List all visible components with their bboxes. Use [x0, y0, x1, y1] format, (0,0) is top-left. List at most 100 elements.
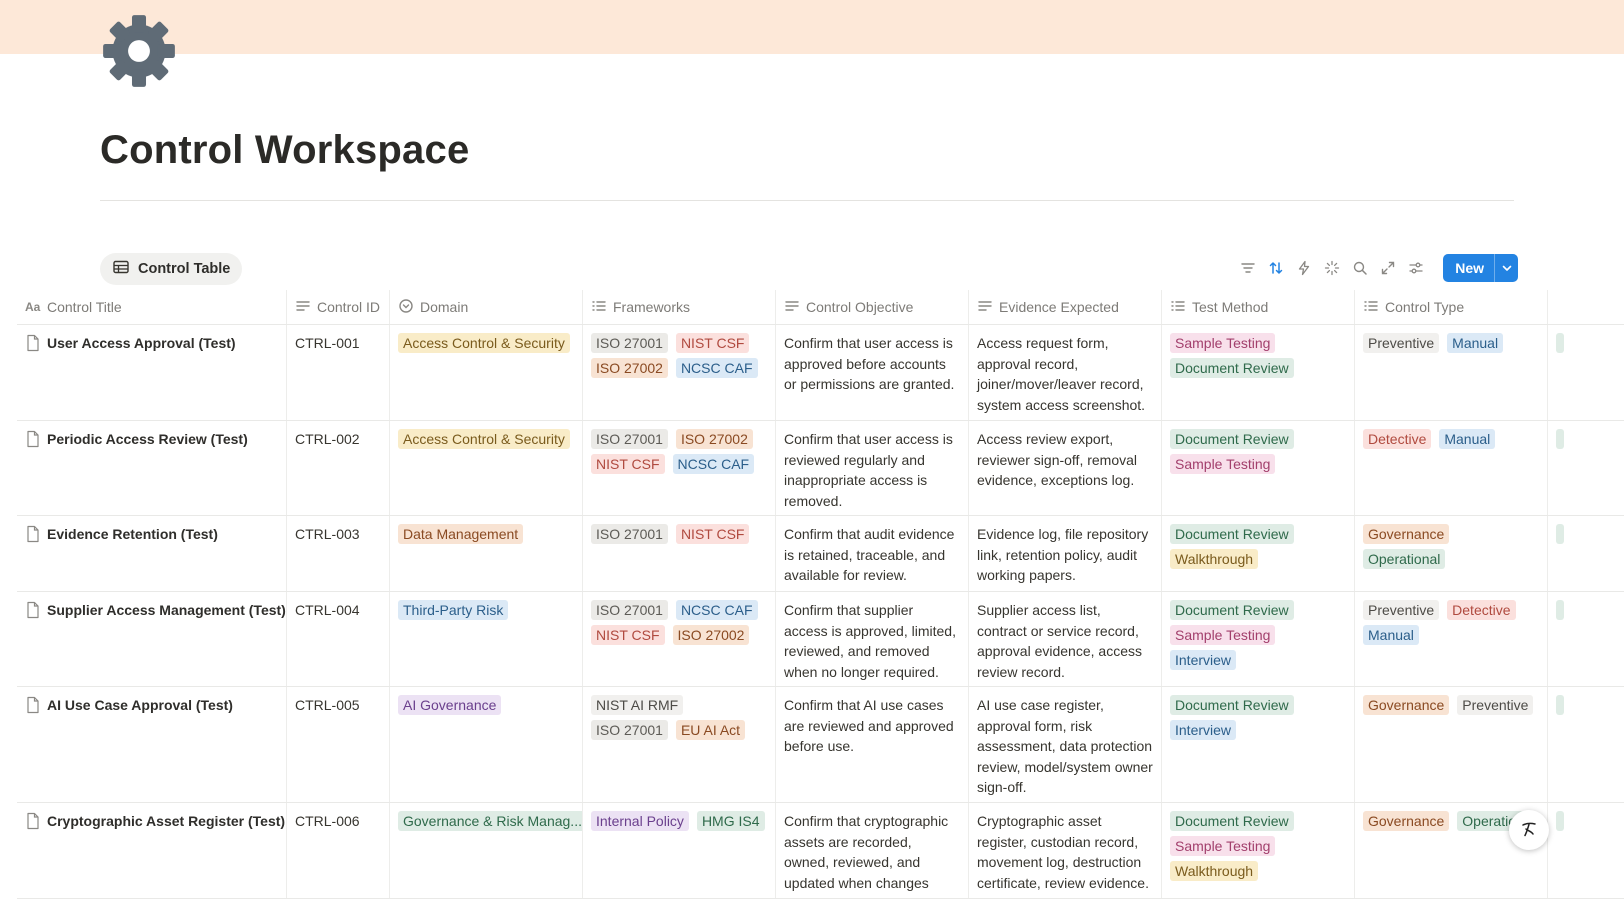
test-method-tag[interactable]: Walkthrough — [1170, 549, 1259, 569]
domain-tag[interactable]: AI Governance — [398, 695, 502, 715]
control-objective-cell[interactable]: Confirm that supplier access is approved… — [776, 592, 969, 686]
control-type-cell[interactable]: Detective Manual — [1355, 421, 1548, 515]
overflow-cell[interactable] — [1548, 421, 1624, 515]
search-icon[interactable] — [1351, 259, 1369, 277]
control-type-tag[interactable]: Detective — [1363, 429, 1432, 449]
control-title-cell[interactable]: AI Use Case Approval (Test) — [17, 687, 287, 802]
test-method-tag[interactable]: Sample Testing — [1170, 836, 1276, 856]
control-title-text[interactable]: Evidence Retention (Test) — [47, 524, 218, 545]
test-method-tag[interactable]: Document Review — [1170, 695, 1294, 715]
column-header-control-title[interactable]: Aa Control Title — [17, 290, 287, 324]
control-type-tag[interactable]: Manual — [1439, 429, 1496, 449]
table-row[interactable]: AI Use Case Approval (Test) CTRL-005 AI Go… — [17, 687, 1624, 803]
framework-tag[interactable]: ISO 27002 — [672, 625, 750, 645]
framework-tag[interactable]: NIST CSF — [591, 454, 665, 474]
control-title-text[interactable]: Cryptographic Asset Register (Test) — [47, 811, 285, 832]
table-row[interactable]: Cryptographic Asset Register (Test) CTRL-… — [17, 803, 1624, 899]
control-title-text[interactable]: AI Use Case Approval (Test) — [47, 695, 233, 716]
control-id-cell[interactable]: CTRL-001 — [287, 325, 390, 420]
column-header-domain[interactable]: Domain — [390, 290, 583, 324]
column-header-test-method[interactable]: Test Method — [1162, 290, 1355, 324]
control-title-text[interactable]: Periodic Access Review (Test) — [47, 429, 248, 450]
control-type-tag[interactable]: Operational — [1363, 549, 1446, 569]
overflow-cell[interactable] — [1548, 803, 1624, 898]
column-header-control-type[interactable]: Control Type — [1355, 290, 1548, 324]
control-type-tag[interactable]: Manual — [1363, 625, 1419, 645]
test-method-tag[interactable]: Document Review — [1170, 600, 1294, 620]
filter-icon[interactable] — [1239, 259, 1257, 277]
test-method-cell[interactable]: Document Review Sample Testing — [1162, 421, 1355, 515]
frameworks-cell[interactable]: ISO 27001 NCSC CAF NIST CSF ISO 27002 — [583, 592, 776, 686]
test-method-tag[interactable]: Document Review — [1170, 429, 1294, 449]
automation-icon[interactable] — [1295, 259, 1313, 277]
page-title[interactable]: Control Workspace — [100, 128, 469, 173]
framework-tag[interactable]: ISO 27002 — [675, 429, 753, 449]
control-type-cell[interactable]: Governance Operational — [1355, 516, 1548, 591]
framework-tag[interactable]: NIST CSF — [591, 625, 665, 645]
framework-tag[interactable]: NCSC CAF — [675, 600, 758, 620]
control-id-cell[interactable]: CTRL-002 — [287, 421, 390, 515]
test-method-tag[interactable]: Walkthrough — [1170, 861, 1259, 881]
chevron-down-icon[interactable] — [1494, 254, 1518, 282]
expand-icon[interactable] — [1379, 259, 1397, 277]
control-type-cell[interactable]: Governance Preventive — [1355, 687, 1548, 802]
overflow-cell[interactable] — [1548, 687, 1624, 802]
control-type-tag[interactable]: Governance — [1363, 524, 1450, 544]
new-button-label[interactable]: New — [1443, 254, 1494, 282]
evidence-expected-cell[interactable]: Supplier access list, contract or servic… — [969, 592, 1162, 686]
new-button[interactable]: New — [1443, 254, 1518, 282]
domain-cell[interactable]: Data Management — [390, 516, 583, 591]
framework-tag[interactable]: NCSC CAF — [675, 358, 758, 378]
framework-tag[interactable]: ISO 27001 — [591, 600, 668, 620]
column-header-evidence-expected[interactable]: Evidence Expected — [969, 290, 1162, 324]
control-type-tag[interactable]: Preventive — [1363, 333, 1440, 353]
test-method-cell[interactable]: Sample Testing Document Review — [1162, 325, 1355, 420]
framework-tag[interactable]: NIST CSF — [675, 524, 750, 544]
control-type-tag[interactable]: Governance — [1363, 811, 1450, 831]
framework-tag[interactable]: NCSC CAF — [672, 454, 755, 474]
column-header-control-objective[interactable]: Control Objective — [776, 290, 969, 324]
evidence-expected-cell[interactable]: AI use case register, approval form, ris… — [969, 687, 1162, 802]
table-row[interactable]: Supplier Access Management (Test) CTRL-00… — [17, 592, 1624, 687]
domain-cell[interactable]: AI Governance — [390, 687, 583, 802]
control-title-text[interactable]: User Access Approval (Test) — [47, 333, 236, 354]
frameworks-cell[interactable]: ISO 27001 NIST CSF — [583, 516, 776, 591]
test-method-tag[interactable]: Document Review — [1170, 358, 1294, 378]
table-row[interactable]: Evidence Retention (Test) CTRL-003 Data Ma… — [17, 516, 1624, 592]
ai-sparkle-icon[interactable] — [1323, 259, 1341, 277]
control-type-tag[interactable]: Preventive — [1457, 695, 1534, 715]
settings-icon[interactable] — [1407, 259, 1425, 277]
test-method-tag[interactable]: Sample Testing — [1170, 625, 1276, 645]
control-objective-cell[interactable]: Confirm that audit evidence is retained,… — [776, 516, 969, 591]
control-objective-cell[interactable]: Confirm that cryptographic assets are re… — [776, 803, 969, 898]
test-method-tag[interactable]: Interview — [1170, 720, 1237, 740]
frameworks-cell[interactable]: ISO 27001 ISO 27002 NIST CSF NCSC CAF — [583, 421, 776, 515]
control-title-cell[interactable]: Supplier Access Management (Test) — [17, 592, 287, 686]
framework-tag[interactable]: Internal Policy — [591, 811, 689, 831]
control-objective-cell[interactable]: Confirm that user access is approved bef… — [776, 325, 969, 420]
overflow-cell[interactable] — [1548, 325, 1624, 420]
gear-icon[interactable] — [100, 12, 178, 90]
framework-tag[interactable]: NIST CSF — [675, 333, 750, 353]
control-type-tag[interactable]: Preventive — [1363, 600, 1440, 620]
domain-tag[interactable]: Data Management — [398, 524, 524, 544]
column-header-frameworks[interactable]: Frameworks — [583, 290, 776, 324]
test-method-tag[interactable]: Sample Testing — [1170, 333, 1276, 353]
table-row[interactable]: User Access Approval (Test) CTRL-001 Acces… — [17, 325, 1624, 421]
control-type-cell[interactable]: Preventive Detective Manual — [1355, 592, 1548, 686]
domain-tag[interactable]: Access Control & Security — [398, 333, 570, 353]
overflow-cell[interactable] — [1548, 516, 1624, 591]
framework-tag[interactable]: ISO 27001 — [591, 429, 668, 449]
control-type-tag[interactable]: Manual — [1447, 333, 1504, 353]
framework-tag[interactable]: HMG IS4 — [696, 811, 765, 831]
domain-cell[interactable]: Third-Party Risk — [390, 592, 583, 686]
frameworks-cell[interactable]: NIST AI RMF ISO 27001 EU AI Act — [583, 687, 776, 802]
test-method-cell[interactable]: Document Review Interview — [1162, 687, 1355, 802]
control-title-text[interactable]: Supplier Access Management (Test) — [47, 600, 286, 621]
control-title-cell[interactable]: User Access Approval (Test) — [17, 325, 287, 420]
test-method-cell[interactable]: Document Review Walkthrough — [1162, 516, 1355, 591]
evidence-expected-cell[interactable]: Evidence log, file repository link, rete… — [969, 516, 1162, 591]
control-objective-cell[interactable]: Confirm that user access is reviewed reg… — [776, 421, 969, 515]
framework-tag[interactable]: ISO 27001 — [591, 524, 668, 544]
control-id-cell[interactable]: CTRL-003 — [287, 516, 390, 591]
